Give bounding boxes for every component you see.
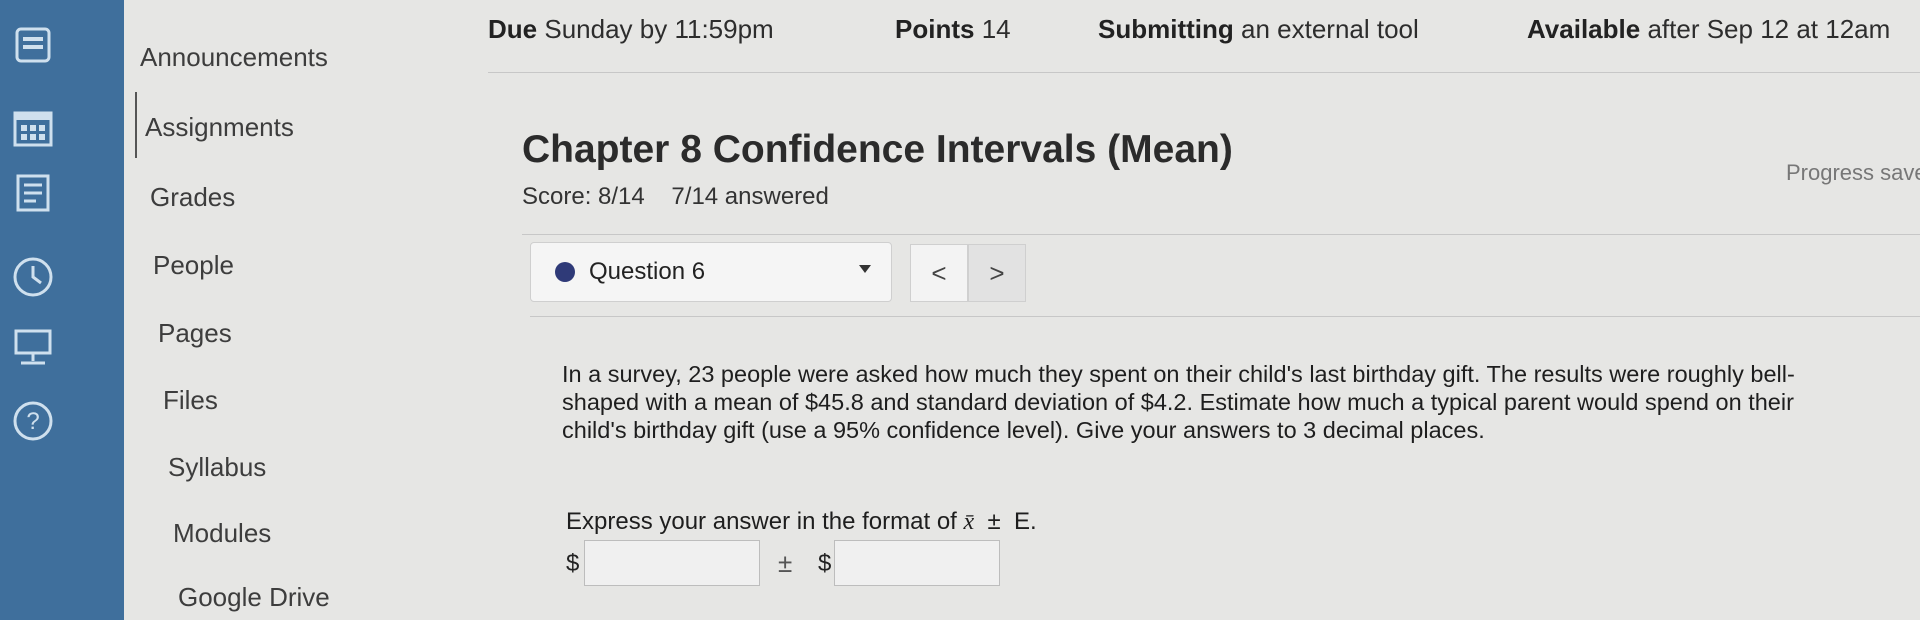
submitting-meta: Submitting an external tool: [1098, 14, 1419, 44]
title-divider: [522, 234, 1920, 235]
progress-saved: Progress saved: [1786, 160, 1920, 185]
plus-minus-symbol: ±: [778, 548, 793, 578]
nav-divider: [530, 316, 1920, 317]
dropdown-caret-icon: [859, 265, 871, 273]
quiz-score: Score: 8/14 7/14 answered: [522, 183, 829, 210]
next-question-button[interactable]: >: [968, 244, 1026, 302]
answered-count: 7/14 answered: [671, 183, 829, 210]
meta-divider: [488, 72, 1920, 73]
answer-format-instruction: Express your answer in the format of x̄ …: [566, 508, 1037, 535]
error-answer-input[interactable]: [834, 540, 1000, 586]
available-meta: Available after Sep 12 at 12am: [1527, 14, 1891, 44]
currency-symbol-error: $: [818, 550, 832, 577]
prev-question-button[interactable]: <: [910, 244, 968, 302]
due-meta: Due Sunday by 11:59pm: [488, 14, 774, 44]
quiz-title: Chapter 8 Confidence Intervals (Mean): [522, 128, 1233, 171]
question-select-label: Question 6: [589, 258, 706, 285]
currency-symbol-mean: $: [566, 550, 580, 577]
question-status-dot: [555, 262, 575, 282]
main-content: Due Sunday by 11:59pm Points 14 Submitti…: [0, 0, 1920, 620]
question-text: In a survey, 23 people were asked how mu…: [562, 361, 1795, 443]
points-meta: Points 14: [895, 14, 1011, 44]
mean-answer-input[interactable]: [584, 540, 760, 586]
question-select[interactable]: Question 6: [530, 242, 892, 302]
